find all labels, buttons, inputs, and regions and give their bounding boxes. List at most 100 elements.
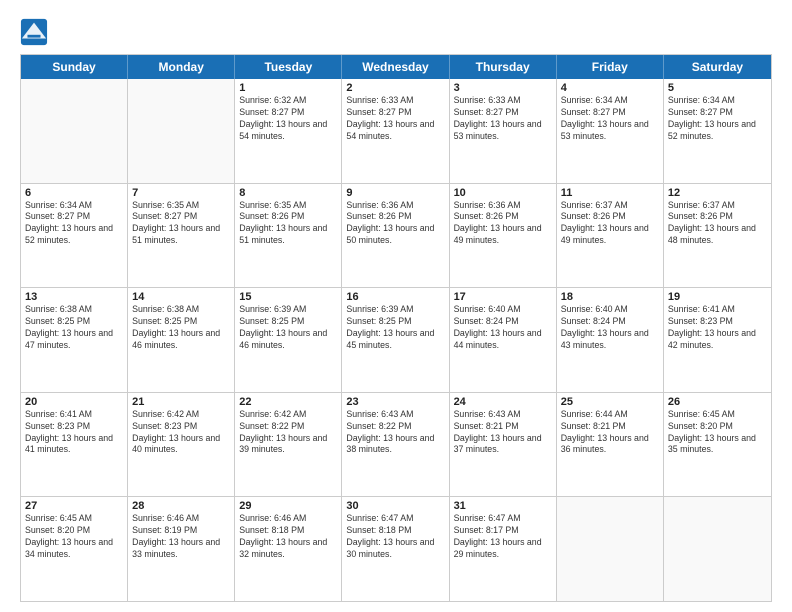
calendar-cell-day-27: 27Sunrise: 6:45 AM Sunset: 8:20 PM Dayli…: [21, 497, 128, 601]
weekday-header-monday: Monday: [128, 55, 235, 79]
day-number: 5: [668, 82, 767, 94]
day-number: 30: [346, 500, 444, 512]
logo: [20, 18, 52, 46]
day-info: Sunrise: 6:47 AM Sunset: 8:17 PM Dayligh…: [454, 513, 552, 561]
calendar-cell-day-15: 15Sunrise: 6:39 AM Sunset: 8:25 PM Dayli…: [235, 288, 342, 392]
day-info: Sunrise: 6:45 AM Sunset: 8:20 PM Dayligh…: [25, 513, 123, 561]
day-info: Sunrise: 6:40 AM Sunset: 8:24 PM Dayligh…: [561, 304, 659, 352]
day-info: Sunrise: 6:42 AM Sunset: 8:23 PM Dayligh…: [132, 409, 230, 457]
day-info: Sunrise: 6:37 AM Sunset: 8:26 PM Dayligh…: [561, 200, 659, 248]
day-info: Sunrise: 6:47 AM Sunset: 8:18 PM Dayligh…: [346, 513, 444, 561]
day-number: 11: [561, 187, 659, 199]
day-number: 13: [25, 291, 123, 303]
day-info: Sunrise: 6:37 AM Sunset: 8:26 PM Dayligh…: [668, 200, 767, 248]
calendar-header: SundayMondayTuesdayWednesdayThursdayFrid…: [21, 55, 771, 79]
calendar-cell-day-25: 25Sunrise: 6:44 AM Sunset: 8:21 PM Dayli…: [557, 393, 664, 497]
day-number: 28: [132, 500, 230, 512]
logo-icon: [20, 18, 48, 46]
calendar-cell-empty: [557, 497, 664, 601]
weekday-header-wednesday: Wednesday: [342, 55, 449, 79]
day-number: 27: [25, 500, 123, 512]
day-number: 26: [668, 396, 767, 408]
day-info: Sunrise: 6:43 AM Sunset: 8:21 PM Dayligh…: [454, 409, 552, 457]
weekday-header-friday: Friday: [557, 55, 664, 79]
day-info: Sunrise: 6:43 AM Sunset: 8:22 PM Dayligh…: [346, 409, 444, 457]
calendar-cell-day-29: 29Sunrise: 6:46 AM Sunset: 8:18 PM Dayli…: [235, 497, 342, 601]
day-number: 7: [132, 187, 230, 199]
calendar: SundayMondayTuesdayWednesdayThursdayFrid…: [20, 54, 772, 602]
day-number: 1: [239, 82, 337, 94]
day-number: 16: [346, 291, 444, 303]
day-info: Sunrise: 6:35 AM Sunset: 8:26 PM Dayligh…: [239, 200, 337, 248]
day-number: 25: [561, 396, 659, 408]
weekday-header-saturday: Saturday: [664, 55, 771, 79]
calendar-row-5: 27Sunrise: 6:45 AM Sunset: 8:20 PM Dayli…: [21, 497, 771, 601]
day-number: 4: [561, 82, 659, 94]
calendar-cell-day-5: 5Sunrise: 6:34 AM Sunset: 8:27 PM Daylig…: [664, 79, 771, 183]
calendar-cell-day-10: 10Sunrise: 6:36 AM Sunset: 8:26 PM Dayli…: [450, 184, 557, 288]
calendar-cell-day-20: 20Sunrise: 6:41 AM Sunset: 8:23 PM Dayli…: [21, 393, 128, 497]
calendar-row-3: 13Sunrise: 6:38 AM Sunset: 8:25 PM Dayli…: [21, 288, 771, 393]
day-number: 31: [454, 500, 552, 512]
calendar-body: 1Sunrise: 6:32 AM Sunset: 8:27 PM Daylig…: [21, 79, 771, 601]
calendar-cell-day-18: 18Sunrise: 6:40 AM Sunset: 8:24 PM Dayli…: [557, 288, 664, 392]
day-info: Sunrise: 6:38 AM Sunset: 8:25 PM Dayligh…: [25, 304, 123, 352]
calendar-cell-day-28: 28Sunrise: 6:46 AM Sunset: 8:19 PM Dayli…: [128, 497, 235, 601]
day-number: 24: [454, 396, 552, 408]
calendar-cell-empty: [128, 79, 235, 183]
day-info: Sunrise: 6:34 AM Sunset: 8:27 PM Dayligh…: [668, 95, 767, 143]
calendar-cell-day-9: 9Sunrise: 6:36 AM Sunset: 8:26 PM Daylig…: [342, 184, 449, 288]
calendar-cell-day-7: 7Sunrise: 6:35 AM Sunset: 8:27 PM Daylig…: [128, 184, 235, 288]
day-info: Sunrise: 6:44 AM Sunset: 8:21 PM Dayligh…: [561, 409, 659, 457]
calendar-cell-day-19: 19Sunrise: 6:41 AM Sunset: 8:23 PM Dayli…: [664, 288, 771, 392]
calendar-cell-day-24: 24Sunrise: 6:43 AM Sunset: 8:21 PM Dayli…: [450, 393, 557, 497]
day-number: 12: [668, 187, 767, 199]
day-info: Sunrise: 6:42 AM Sunset: 8:22 PM Dayligh…: [239, 409, 337, 457]
calendar-cell-day-26: 26Sunrise: 6:45 AM Sunset: 8:20 PM Dayli…: [664, 393, 771, 497]
day-info: Sunrise: 6:46 AM Sunset: 8:18 PM Dayligh…: [239, 513, 337, 561]
calendar-cell-empty: [21, 79, 128, 183]
calendar-cell-day-12: 12Sunrise: 6:37 AM Sunset: 8:26 PM Dayli…: [664, 184, 771, 288]
day-number: 29: [239, 500, 337, 512]
day-number: 9: [346, 187, 444, 199]
day-info: Sunrise: 6:39 AM Sunset: 8:25 PM Dayligh…: [239, 304, 337, 352]
calendar-cell-empty: [664, 497, 771, 601]
day-info: Sunrise: 6:36 AM Sunset: 8:26 PM Dayligh…: [346, 200, 444, 248]
day-info: Sunrise: 6:33 AM Sunset: 8:27 PM Dayligh…: [346, 95, 444, 143]
day-number: 3: [454, 82, 552, 94]
calendar-row-1: 1Sunrise: 6:32 AM Sunset: 8:27 PM Daylig…: [21, 79, 771, 184]
day-info: Sunrise: 6:41 AM Sunset: 8:23 PM Dayligh…: [668, 304, 767, 352]
day-number: 2: [346, 82, 444, 94]
calendar-cell-day-13: 13Sunrise: 6:38 AM Sunset: 8:25 PM Dayli…: [21, 288, 128, 392]
weekday-header-sunday: Sunday: [21, 55, 128, 79]
calendar-cell-day-17: 17Sunrise: 6:40 AM Sunset: 8:24 PM Dayli…: [450, 288, 557, 392]
calendar-cell-day-22: 22Sunrise: 6:42 AM Sunset: 8:22 PM Dayli…: [235, 393, 342, 497]
day-info: Sunrise: 6:34 AM Sunset: 8:27 PM Dayligh…: [561, 95, 659, 143]
day-number: 6: [25, 187, 123, 199]
calendar-cell-day-6: 6Sunrise: 6:34 AM Sunset: 8:27 PM Daylig…: [21, 184, 128, 288]
calendar-row-2: 6Sunrise: 6:34 AM Sunset: 8:27 PM Daylig…: [21, 184, 771, 289]
calendar-cell-day-23: 23Sunrise: 6:43 AM Sunset: 8:22 PM Dayli…: [342, 393, 449, 497]
day-number: 10: [454, 187, 552, 199]
calendar-cell-day-11: 11Sunrise: 6:37 AM Sunset: 8:26 PM Dayli…: [557, 184, 664, 288]
day-info: Sunrise: 6:32 AM Sunset: 8:27 PM Dayligh…: [239, 95, 337, 143]
day-number: 15: [239, 291, 337, 303]
calendar-cell-day-1: 1Sunrise: 6:32 AM Sunset: 8:27 PM Daylig…: [235, 79, 342, 183]
day-number: 8: [239, 187, 337, 199]
weekday-header-tuesday: Tuesday: [235, 55, 342, 79]
day-info: Sunrise: 6:38 AM Sunset: 8:25 PM Dayligh…: [132, 304, 230, 352]
day-number: 23: [346, 396, 444, 408]
calendar-cell-day-31: 31Sunrise: 6:47 AM Sunset: 8:17 PM Dayli…: [450, 497, 557, 601]
calendar-cell-day-4: 4Sunrise: 6:34 AM Sunset: 8:27 PM Daylig…: [557, 79, 664, 183]
day-info: Sunrise: 6:36 AM Sunset: 8:26 PM Dayligh…: [454, 200, 552, 248]
day-number: 18: [561, 291, 659, 303]
day-number: 21: [132, 396, 230, 408]
calendar-cell-day-14: 14Sunrise: 6:38 AM Sunset: 8:25 PM Dayli…: [128, 288, 235, 392]
calendar-row-4: 20Sunrise: 6:41 AM Sunset: 8:23 PM Dayli…: [21, 393, 771, 498]
day-info: Sunrise: 6:35 AM Sunset: 8:27 PM Dayligh…: [132, 200, 230, 248]
weekday-header-thursday: Thursday: [450, 55, 557, 79]
day-info: Sunrise: 6:34 AM Sunset: 8:27 PM Dayligh…: [25, 200, 123, 248]
day-number: 19: [668, 291, 767, 303]
day-info: Sunrise: 6:39 AM Sunset: 8:25 PM Dayligh…: [346, 304, 444, 352]
calendar-cell-day-21: 21Sunrise: 6:42 AM Sunset: 8:23 PM Dayli…: [128, 393, 235, 497]
